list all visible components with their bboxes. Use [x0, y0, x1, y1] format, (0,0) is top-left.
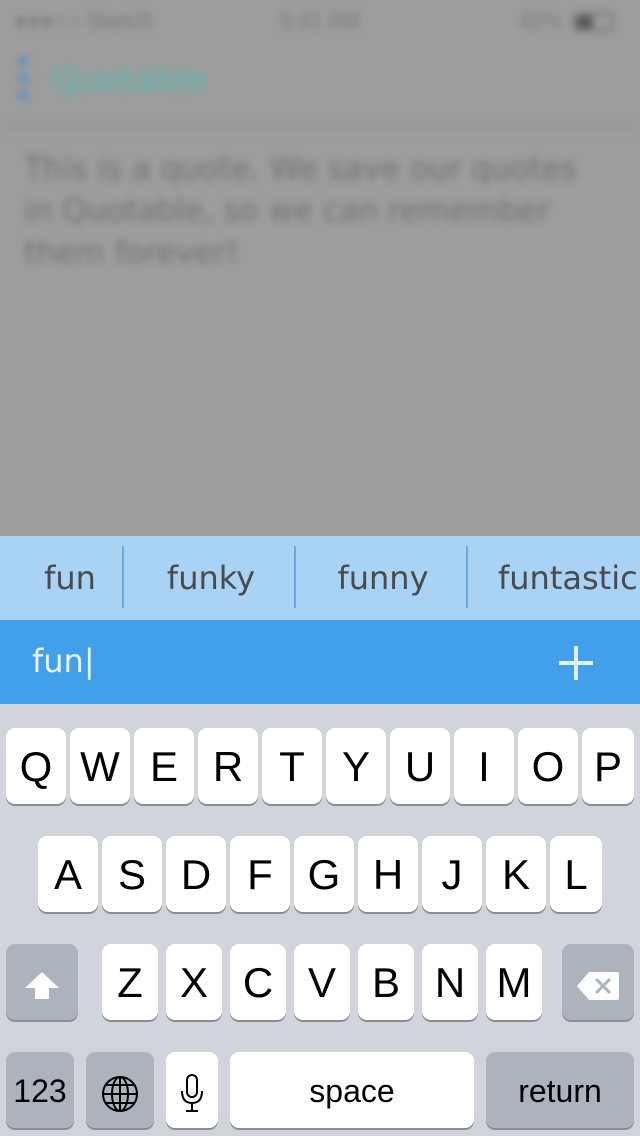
battery-indicator: 42% [518, 8, 614, 34]
key-f[interactable]: F [230, 836, 290, 912]
globe-icon [102, 1075, 138, 1112]
backspace-icon [577, 971, 619, 1000]
suggestion-item[interactable]: funtastic [478, 548, 640, 608]
suggestion-item[interactable]: funny [300, 548, 466, 608]
keyboard: Q W E R T Y U I O P A S D F G H J K L Z … [0, 704, 640, 1136]
key-y[interactable]: Y [326, 728, 386, 804]
nav-bar: Quotable [0, 40, 640, 128]
key-o[interactable]: O [518, 728, 578, 804]
return-key[interactable]: return [486, 1052, 634, 1128]
key-z[interactable]: Z [102, 944, 158, 1020]
key-m[interactable]: M [486, 944, 542, 1020]
delete-key[interactable] [562, 944, 634, 1020]
menu-icon[interactable] [18, 56, 30, 107]
key-p[interactable]: P [582, 728, 634, 804]
microphone-icon [181, 1073, 203, 1112]
key-a[interactable]: A [38, 836, 98, 912]
add-icon[interactable] [552, 638, 600, 686]
suggestion-divider [294, 546, 296, 608]
key-l[interactable]: L [550, 836, 602, 912]
tag-input[interactable]: fun| [32, 636, 512, 686]
shift-icon [25, 971, 59, 999]
suggestion-divider [122, 546, 124, 608]
numbers-key[interactable]: 123 [6, 1052, 74, 1128]
battery-percent: 42% [517, 8, 562, 33]
suggestion-item[interactable]: fun [22, 548, 118, 608]
suggestion-divider [466, 546, 468, 608]
status-bar: ●●●○○ Sketch 9:41 AM 42% [0, 0, 640, 40]
key-w[interactable]: W [70, 728, 130, 804]
key-n[interactable]: N [422, 944, 478, 1020]
dictation-key[interactable] [166, 1052, 218, 1128]
key-g[interactable]: G [294, 836, 354, 912]
key-r[interactable]: R [198, 728, 258, 804]
key-q[interactable]: Q [6, 728, 66, 804]
key-c[interactable]: C [230, 944, 286, 1020]
key-x[interactable]: X [166, 944, 222, 1020]
space-key[interactable]: space [230, 1052, 474, 1128]
key-e[interactable]: E [134, 728, 194, 804]
globe-key[interactable] [86, 1052, 154, 1128]
shift-key[interactable] [6, 944, 78, 1020]
blurred-content: ●●●○○ Sketch 9:41 AM 42% Quotable This i… [0, 0, 640, 536]
key-v[interactable]: V [294, 944, 350, 1020]
key-u[interactable]: U [390, 728, 450, 804]
key-h[interactable]: H [358, 836, 418, 912]
app-background: ●●●○○ Sketch 9:41 AM 42% Quotable This i… [0, 0, 640, 536]
key-j[interactable]: J [422, 836, 482, 912]
key-k[interactable]: K [486, 836, 546, 912]
suggestion-item[interactable]: funky [128, 548, 294, 608]
quote-text: This is a quote. We save our quotes in Q… [24, 151, 577, 271]
key-i[interactable]: I [454, 728, 514, 804]
key-t[interactable]: T [262, 728, 322, 804]
key-b[interactable]: B [358, 944, 414, 1020]
battery-icon [574, 13, 614, 32]
suggestion-bar: fun funky funny funtastic [0, 536, 640, 620]
tag-input-bar: fun| [0, 620, 640, 704]
app-title: Quotable [52, 60, 208, 100]
key-d[interactable]: D [166, 836, 226, 912]
key-s[interactable]: S [102, 836, 162, 912]
